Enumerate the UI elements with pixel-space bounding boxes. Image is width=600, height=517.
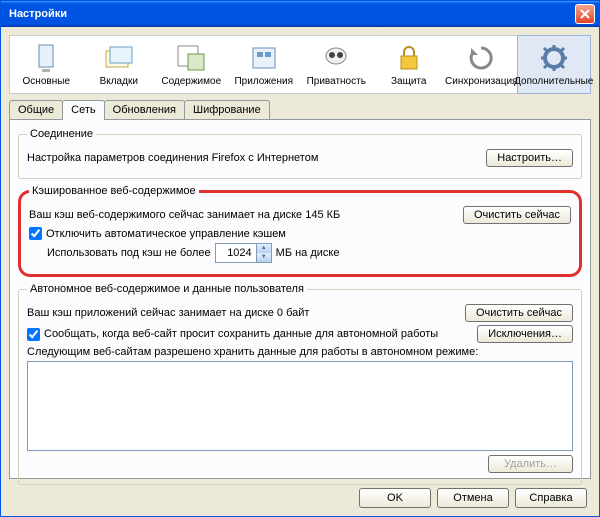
connection-group: Соединение Настройка параметров соединен… (18, 128, 582, 179)
cache-status: Ваш кэш веб-содержимого сейчас занимает … (29, 209, 463, 221)
window-title: Настройки (5, 8, 575, 20)
cat-general[interactable]: Основные (10, 36, 83, 93)
cat-apps[interactable]: Приложения (228, 36, 301, 93)
cat-content[interactable]: Содержимое (155, 36, 228, 93)
offline-exceptions-button[interactable]: Исключения… (477, 325, 573, 343)
cache-clear-button[interactable]: Очистить сейчас (463, 206, 571, 224)
connection-text: Настройка параметров соединения Firefox … (27, 152, 486, 164)
tab-network[interactable]: Сеть (62, 100, 104, 120)
cache-size-input[interactable] (216, 244, 256, 262)
cache-limit-suffix: МБ на диске (276, 247, 340, 259)
offline-sites-list[interactable] (27, 361, 573, 451)
cache-override-checkbox[interactable] (29, 227, 42, 240)
cat-privacy[interactable]: Приватность (300, 36, 373, 93)
cat-advanced[interactable]: Дополнительные (517, 35, 592, 94)
titlebar: Настройки (1, 1, 599, 27)
gear-icon (539, 43, 569, 73)
settings-window: Настройки Основные Вкладки Содержимое Пр… (0, 0, 600, 517)
cache-limit-prefix: Использовать под кэш не более (47, 247, 211, 259)
cache-group: Кэшированное веб-содержимое Ваш кэш веб-… (18, 185, 582, 277)
offline-clear-button[interactable]: Очистить сейчас (465, 304, 573, 322)
cache-override-label: Отключить автоматическое управление кэше… (46, 228, 286, 240)
offline-delete-button: Удалить… (488, 455, 573, 473)
tab-content: Соединение Настройка параметров соединен… (9, 119, 591, 479)
cat-security[interactable]: Защита (373, 36, 446, 93)
cache-size-spinner[interactable]: ▲▼ (215, 243, 272, 263)
offline-list-label: Следующим веб-сайтам разрешено хранить д… (27, 346, 573, 358)
spin-down[interactable]: ▼ (256, 253, 271, 262)
general-icon (33, 43, 59, 73)
tab-general[interactable]: Общие (9, 100, 63, 119)
lock-icon (397, 44, 421, 72)
content-icon (176, 44, 206, 72)
tabs-icon (104, 45, 134, 71)
cancel-button[interactable]: Отмена (437, 488, 509, 508)
connection-settings-button[interactable]: Настроить… (486, 149, 573, 167)
privacy-icon (322, 44, 350, 72)
dialog-footer: OK Отмена Справка (359, 488, 587, 508)
help-button[interactable]: Справка (515, 488, 587, 508)
apps-icon (249, 44, 279, 72)
offline-notify-label: Сообщать, когда веб-сайт просит сохранит… (44, 328, 477, 340)
tab-encryption[interactable]: Шифрование (184, 100, 270, 119)
offline-notify-checkbox[interactable] (27, 328, 40, 341)
cache-legend: Кэшированное веб-содержимое (29, 185, 199, 197)
close-button[interactable] (575, 4, 595, 24)
ok-button[interactable]: OK (359, 488, 431, 508)
offline-status: Ваш кэш приложений сейчас занимает на ди… (27, 307, 465, 319)
offline-group: Автономное веб-содержимое и данные польз… (18, 283, 582, 485)
cat-tabs[interactable]: Вкладки (83, 36, 156, 93)
subtabs: Общие Сеть Обновления Шифрование (9, 100, 591, 119)
sync-icon (467, 44, 495, 72)
category-toolbar: Основные Вкладки Содержимое Приложения П… (9, 35, 591, 94)
offline-legend: Автономное веб-содержимое и данные польз… (27, 283, 307, 295)
connection-legend: Соединение (27, 128, 96, 140)
tab-updates[interactable]: Обновления (104, 100, 185, 119)
close-icon (580, 9, 590, 19)
spin-up[interactable]: ▲ (256, 244, 271, 253)
cat-sync[interactable]: Синхронизация (445, 36, 518, 93)
